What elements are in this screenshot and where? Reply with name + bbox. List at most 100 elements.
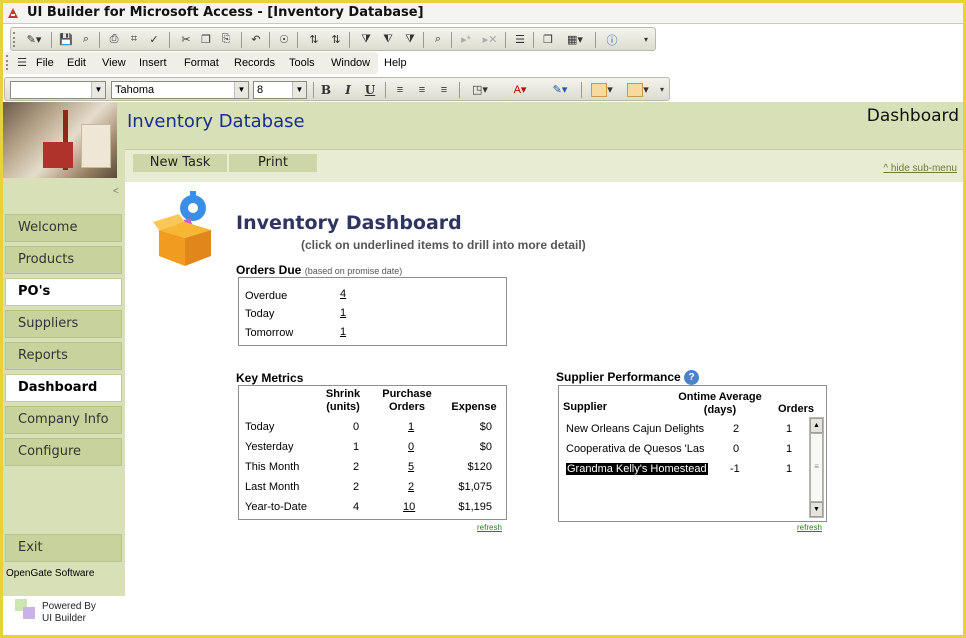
font-size-select[interactable]: 8 ▼ bbox=[253, 81, 307, 99]
metric-shrink: 4 bbox=[353, 501, 360, 513]
nav-company-info[interactable]: Company Info bbox=[5, 406, 122, 434]
metric-orders-link[interactable]: 0 bbox=[408, 441, 414, 453]
apply-filter-icon[interactable]: ⧩ bbox=[401, 31, 419, 48]
properties-icon[interactable]: ☰ bbox=[511, 31, 529, 48]
menu-insert[interactable]: Insert bbox=[139, 57, 167, 69]
nav-pos[interactable]: PO's bbox=[5, 278, 122, 306]
menu-grip[interactable] bbox=[6, 55, 9, 70]
key-metrics-refresh-link[interactable]: refresh bbox=[477, 523, 502, 532]
delete-record-icon[interactable]: ▸✕ bbox=[481, 31, 499, 48]
filter-by-selection-icon[interactable]: ⧩ bbox=[357, 31, 375, 48]
dashboard-subtitle: (click on underlined items to drill into… bbox=[301, 238, 586, 252]
metric-orders-link[interactable]: 5 bbox=[408, 461, 414, 473]
scroll-up-icon[interactable]: ▲ bbox=[810, 418, 823, 433]
menu-edit[interactable]: Edit bbox=[67, 57, 86, 69]
powered-by-badge[interactable]: Powered By UI Builder bbox=[3, 596, 125, 632]
title-bar: UI Builder for Microsoft Access - [Inven… bbox=[3, 3, 963, 24]
paste-icon[interactable]: ⎘ bbox=[217, 31, 235, 48]
dashboard-title: Inventory Dashboard bbox=[236, 212, 462, 234]
chevron-down-icon: ▼ bbox=[292, 82, 306, 98]
metric-orders-link[interactable]: 10 bbox=[403, 501, 415, 513]
line-color-icon[interactable]: ✎▾ bbox=[545, 81, 575, 98]
metric-row-label: This Month bbox=[245, 461, 300, 473]
menu-help[interactable]: Help bbox=[384, 57, 407, 69]
toolbar-separator bbox=[51, 32, 52, 48]
align-right-icon[interactable]: ≡ bbox=[435, 81, 453, 98]
align-left-icon[interactable]: ≡ bbox=[391, 81, 409, 98]
spelling-icon[interactable]: ✓ bbox=[145, 31, 163, 48]
font-select[interactable]: Tahoma ▼ bbox=[111, 81, 249, 99]
underline-button[interactable]: U bbox=[361, 81, 379, 98]
scroll-down-icon[interactable]: ▼ bbox=[810, 502, 823, 517]
print-icon[interactable]: ⎙ bbox=[105, 31, 123, 48]
new-object-icon[interactable]: ▦▾ bbox=[561, 31, 589, 48]
special-effect-icon[interactable]: ▾ bbox=[623, 81, 653, 98]
new-record-icon[interactable]: ▸* bbox=[457, 31, 475, 48]
print-button[interactable]: Print bbox=[229, 154, 317, 172]
file-search-icon[interactable]: ⌕ bbox=[77, 31, 95, 48]
toolbar-options-icon[interactable]: ▾ bbox=[655, 81, 669, 98]
menu-window[interactable]: Window bbox=[331, 57, 370, 69]
hyperlink-icon[interactable]: ☉ bbox=[275, 31, 293, 48]
align-center-icon[interactable]: ≡ bbox=[413, 81, 431, 98]
dashboard-content: Inventory Dashboard (click on underlined… bbox=[125, 182, 963, 635]
orders-due-label: Tomorrow bbox=[245, 327, 294, 339]
metric-expense: $120 bbox=[467, 461, 492, 473]
database-window-icon[interactable]: ❐ bbox=[539, 31, 557, 48]
menu-tools[interactable]: Tools bbox=[289, 57, 315, 69]
help-icon[interactable]: ⓘ bbox=[603, 31, 621, 48]
nav-configure[interactable]: Configure bbox=[5, 438, 122, 466]
po-header-line2: Orders bbox=[388, 401, 426, 413]
toolbar-separator bbox=[385, 82, 386, 98]
fill-color-icon[interactable]: ◳▾ bbox=[465, 81, 495, 98]
font-color-icon[interactable]: A▾ bbox=[505, 81, 535, 98]
supplier-list-scrollbar[interactable]: ▲ ≡ ▼ bbox=[809, 417, 824, 518]
menu-format[interactable]: Format bbox=[184, 57, 219, 69]
undo-icon[interactable]: ↶ bbox=[247, 31, 265, 48]
bold-button[interactable]: B bbox=[317, 81, 335, 98]
orders-due-overdue-link[interactable]: 4 bbox=[340, 288, 346, 300]
sort-ascending-icon[interactable]: ⇅ bbox=[305, 31, 323, 48]
find-icon[interactable]: ⌕ bbox=[429, 31, 447, 48]
scroll-thumb[interactable]: ≡ bbox=[810, 433, 823, 502]
view-design-icon[interactable]: ✎▾ bbox=[21, 31, 47, 48]
new-task-button[interactable]: New Task bbox=[133, 154, 227, 172]
nav-dashboard[interactable]: Dashboard bbox=[5, 374, 122, 402]
line-width-icon[interactable]: ▾ bbox=[587, 81, 617, 98]
supplier-name-selected[interactable]: Grandma Kelly's Homestead bbox=[566, 463, 708, 475]
print-preview-icon[interactable]: ⌗ bbox=[125, 31, 143, 48]
help-icon[interactable]: ? bbox=[684, 370, 700, 386]
toolbar-grip[interactable] bbox=[13, 32, 16, 47]
nav-welcome[interactable]: Welcome bbox=[5, 214, 122, 242]
toolbar-options-icon[interactable]: ▾ bbox=[639, 31, 653, 48]
supplier-name[interactable]: New Orleans Cajun Delights bbox=[566, 423, 704, 435]
nav-reports[interactable]: Reports bbox=[5, 342, 122, 370]
menu-file[interactable]: File bbox=[36, 57, 54, 69]
exit-button[interactable]: Exit bbox=[5, 534, 122, 562]
form-icon[interactable]: ☰ bbox=[14, 54, 30, 71]
copy-icon[interactable]: ❐ bbox=[197, 31, 215, 48]
orders-due-label: Today bbox=[245, 308, 275, 320]
italic-button[interactable]: I bbox=[339, 81, 357, 98]
supplier-orders: 1 bbox=[786, 423, 793, 435]
hide-submenu-link[interactable]: ^ hide sub-menu bbox=[883, 163, 957, 174]
powered-by-line2: UI Builder bbox=[42, 613, 86, 624]
metric-orders-link[interactable]: 1 bbox=[408, 421, 414, 433]
menu-view[interactable]: View bbox=[102, 57, 126, 69]
metric-orders-link[interactable]: 2 bbox=[408, 481, 414, 493]
nav-suppliers[interactable]: Suppliers bbox=[5, 310, 122, 338]
collapse-nav-icon[interactable]: < bbox=[113, 186, 119, 197]
sort-descending-icon[interactable]: ⇅ bbox=[327, 31, 345, 48]
orders-due-tomorrow-link[interactable]: 1 bbox=[340, 326, 346, 338]
nav-products[interactable]: Products bbox=[5, 246, 122, 274]
object-select[interactable]: ▼ bbox=[10, 81, 106, 99]
cut-icon[interactable]: ✂ bbox=[177, 31, 195, 48]
toolbar-separator bbox=[595, 32, 596, 48]
standard-toolbar: ✎▾ 💾 ⌕ ⎙ ⌗ ✓ ✂ ❐ ⎘ ↶ ☉ ⇅ ⇅ ⧩ ⧨ ⧩ ⌕ ▸* ▸✕… bbox=[10, 27, 656, 51]
menu-records[interactable]: Records bbox=[234, 57, 275, 69]
supplier-name[interactable]: Cooperativa de Quesos 'Las bbox=[566, 443, 704, 455]
orders-due-today-link[interactable]: 1 bbox=[340, 307, 346, 319]
filter-by-form-icon[interactable]: ⧨ bbox=[379, 31, 397, 48]
supplier-performance-refresh-link[interactable]: refresh bbox=[797, 523, 822, 532]
save-icon[interactable]: 💾 bbox=[57, 31, 75, 48]
